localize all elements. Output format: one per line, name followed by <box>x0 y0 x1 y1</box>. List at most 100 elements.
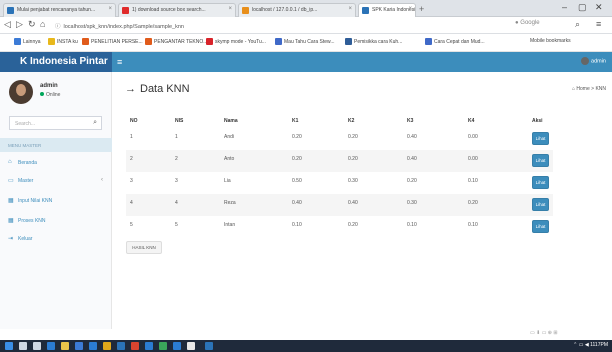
home-icon: ⌂ <box>8 159 12 165</box>
app-brand[interactable]: K Indonesia Pintar <box>0 52 112 72</box>
table-cell: 0.20 <box>468 200 478 206</box>
search-placeholder: Search... <box>15 121 36 127</box>
sidebar-item-proses-knn[interactable]: ▦ Proses KNN <box>0 213 112 229</box>
app-icon[interactable] <box>145 342 153 350</box>
menu-icon[interactable]: ≡ <box>596 19 601 29</box>
table-row: 2 2 Anto 0.20 0.20 0.40 0.00 Lihat <box>126 150 553 172</box>
task-view-icon[interactable] <box>33 342 41 350</box>
user-menu[interactable]: admin <box>581 57 606 65</box>
app-icon[interactable] <box>173 342 181 350</box>
sidebar-item-beranda[interactable]: ⌂ Beranda <box>0 155 112 171</box>
bookmark-label: Pemisikka cara Kuh... <box>354 38 403 45</box>
page-title-text: Data KNN <box>140 83 190 95</box>
column-header: K3 <box>407 118 414 124</box>
user-status-text: Online <box>46 92 61 98</box>
home-icon[interactable]: ⌂ <box>40 19 45 29</box>
lihat-button[interactable]: Lihat <box>532 132 549 145</box>
app-icon[interactable] <box>89 342 97 350</box>
back-icon[interactable]: ◁ <box>4 19 11 30</box>
bookmark-icon <box>145 38 152 45</box>
url-input[interactable]: ⓘ localhost/spk_knn/index.php/Sample/samp… <box>55 20 455 31</box>
sidebar-item-input-nilai-knn[interactable]: ▦ Input Nilai KNN <box>0 193 112 209</box>
close-tab-icon[interactable]: × <box>228 6 232 12</box>
lihat-button[interactable]: Lihat <box>532 176 549 189</box>
sidebar-item-master[interactable]: ▭ Master ‹ <box>0 173 112 189</box>
table-cell: 1 <box>175 134 178 140</box>
lihat-button[interactable]: Lihat <box>532 154 549 167</box>
app-icon[interactable] <box>187 342 195 350</box>
table-row: 3 3 Lia 0.50 0.30 0.20 0.10 Lihat <box>126 172 553 194</box>
sidebar: admin Online Search... ⌕ MENU MASTER ⌂ Ber… <box>0 72 112 329</box>
new-tab-button[interactable]: + <box>419 4 424 14</box>
search-engine-label[interactable]: ● Google <box>515 20 540 26</box>
lihat-button[interactable]: Lihat <box>532 220 549 233</box>
tab-label: 1) download source box search... <box>132 7 206 13</box>
store-icon[interactable] <box>75 342 83 350</box>
table-row: 4 4 Reza 0.40 0.40 0.30 0.20 Lihat <box>126 194 553 216</box>
bookmark-label: PENELITIAN PERSE... <box>91 38 143 45</box>
browser-tab[interactable]: localhost / 127.0.0.1 / db_ip... × <box>238 3 356 17</box>
table-cell: Intan <box>224 222 236 228</box>
reload-icon[interactable]: ↻ <box>28 19 36 30</box>
bookmarks-bar: Mobile bookmarks Lainnya INSTA ku PENELITI… <box>0 34 612 52</box>
bookmark-item[interactable]: PENGANTAR TEKNO... <box>145 38 207 45</box>
bookmark-item[interactable]: PENELITIAN PERSE... <box>82 38 143 45</box>
table-cell: 0.40 <box>407 156 417 162</box>
browser-tab[interactable]: Mulai penjabat rencananya tahun... × <box>3 3 116 17</box>
bookmark-item[interactable]: INSTA ku <box>48 38 78 45</box>
app-icon[interactable] <box>205 342 213 350</box>
sidebar-search-input[interactable]: Search... ⌕ <box>9 116 102 130</box>
other-bookmarks[interactable]: Mobile bookmarks <box>530 38 571 44</box>
bookmark-item[interactable]: Mau Tahu Cara Stew... <box>275 38 335 45</box>
tab-favicon-icon <box>7 7 14 14</box>
file-explorer-icon[interactable] <box>61 342 69 350</box>
monitor-icon: ▭ <box>8 178 14 184</box>
lihat-button[interactable]: Lihat <box>532 198 549 211</box>
top-navbar: ≡ admin <box>112 52 612 72</box>
page-title: → Data KNN <box>125 83 190 95</box>
search-icon[interactable]: ⌕ <box>93 119 97 127</box>
hamburger-menu-icon[interactable]: ≡ <box>117 57 122 67</box>
edge-icon[interactable] <box>47 342 55 350</box>
tab-label: localhost / 127.0.0.1 / db_ip... <box>252 7 318 13</box>
online-dot-icon <box>40 92 44 96</box>
chevron-left-icon: ‹ <box>101 177 103 183</box>
bookmark-item[interactable]: Pemisikka cara Kuh... <box>345 38 402 45</box>
browser-tab[interactable]: 1) download source box search... × <box>118 3 236 17</box>
table-cell: Lia <box>224 178 231 184</box>
app-icon[interactable] <box>117 342 125 350</box>
table-cell: 4 <box>130 200 133 206</box>
table-cell: Andi <box>224 134 235 140</box>
windows-start-icon[interactable] <box>5 342 13 350</box>
tray-icons: ⌃ ▭ ◀ <box>573 342 591 348</box>
table-cell: 0.20 <box>292 134 302 140</box>
sidebar-item-keluar[interactable]: ⇥ Keluar <box>0 231 112 247</box>
breadcrumb-home[interactable]: Home <box>576 86 589 92</box>
forward-icon[interactable]: ▷ <box>16 19 23 30</box>
maximize-icon[interactable]: ▢ <box>578 2 587 13</box>
bookmark-item[interactable]: skymp mode - YouTu... <box>206 38 266 45</box>
app-icon[interactable] <box>131 342 139 350</box>
close-tab-icon[interactable]: × <box>348 6 352 12</box>
table-icon: ▦ <box>8 218 14 224</box>
browser-status-icons: ▭ ⬇ ▭ ⊕ ⊞ <box>530 330 558 336</box>
bookmark-item[interactable]: Lainnya <box>14 38 41 45</box>
app-icon[interactable] <box>159 342 167 350</box>
tab-label: Mulai penjabat rencananya tahun... <box>17 7 96 13</box>
close-window-icon[interactable]: ✕ <box>595 2 603 13</box>
close-tab-icon[interactable]: × <box>408 6 412 12</box>
sidebar-item-label: Master <box>18 178 34 184</box>
browser-tab[interactable]: SPK Karia Indonesia Pintar× <box>358 3 416 17</box>
search-icon[interactable]: ⌕ <box>575 19 580 30</box>
tab-favicon-icon <box>242 7 249 14</box>
chrome-icon[interactable] <box>103 342 111 350</box>
breadcrumb: ⌂ Home > KNN <box>572 86 606 92</box>
search-icon[interactable] <box>19 342 27 350</box>
minimize-icon[interactable]: – <box>562 2 567 12</box>
hasil-knn-button[interactable]: HASIL KNN <box>126 241 162 254</box>
bookmark-item[interactable]: Cara Cepat dan Mud... <box>425 38 485 45</box>
column-header: K4 <box>468 118 475 124</box>
bookmark-label: Cara Cepat dan Mud... <box>434 38 485 45</box>
close-tab-icon[interactable]: × <box>108 6 112 12</box>
breadcrumb-home-icon: ⌂ <box>571 86 575 92</box>
